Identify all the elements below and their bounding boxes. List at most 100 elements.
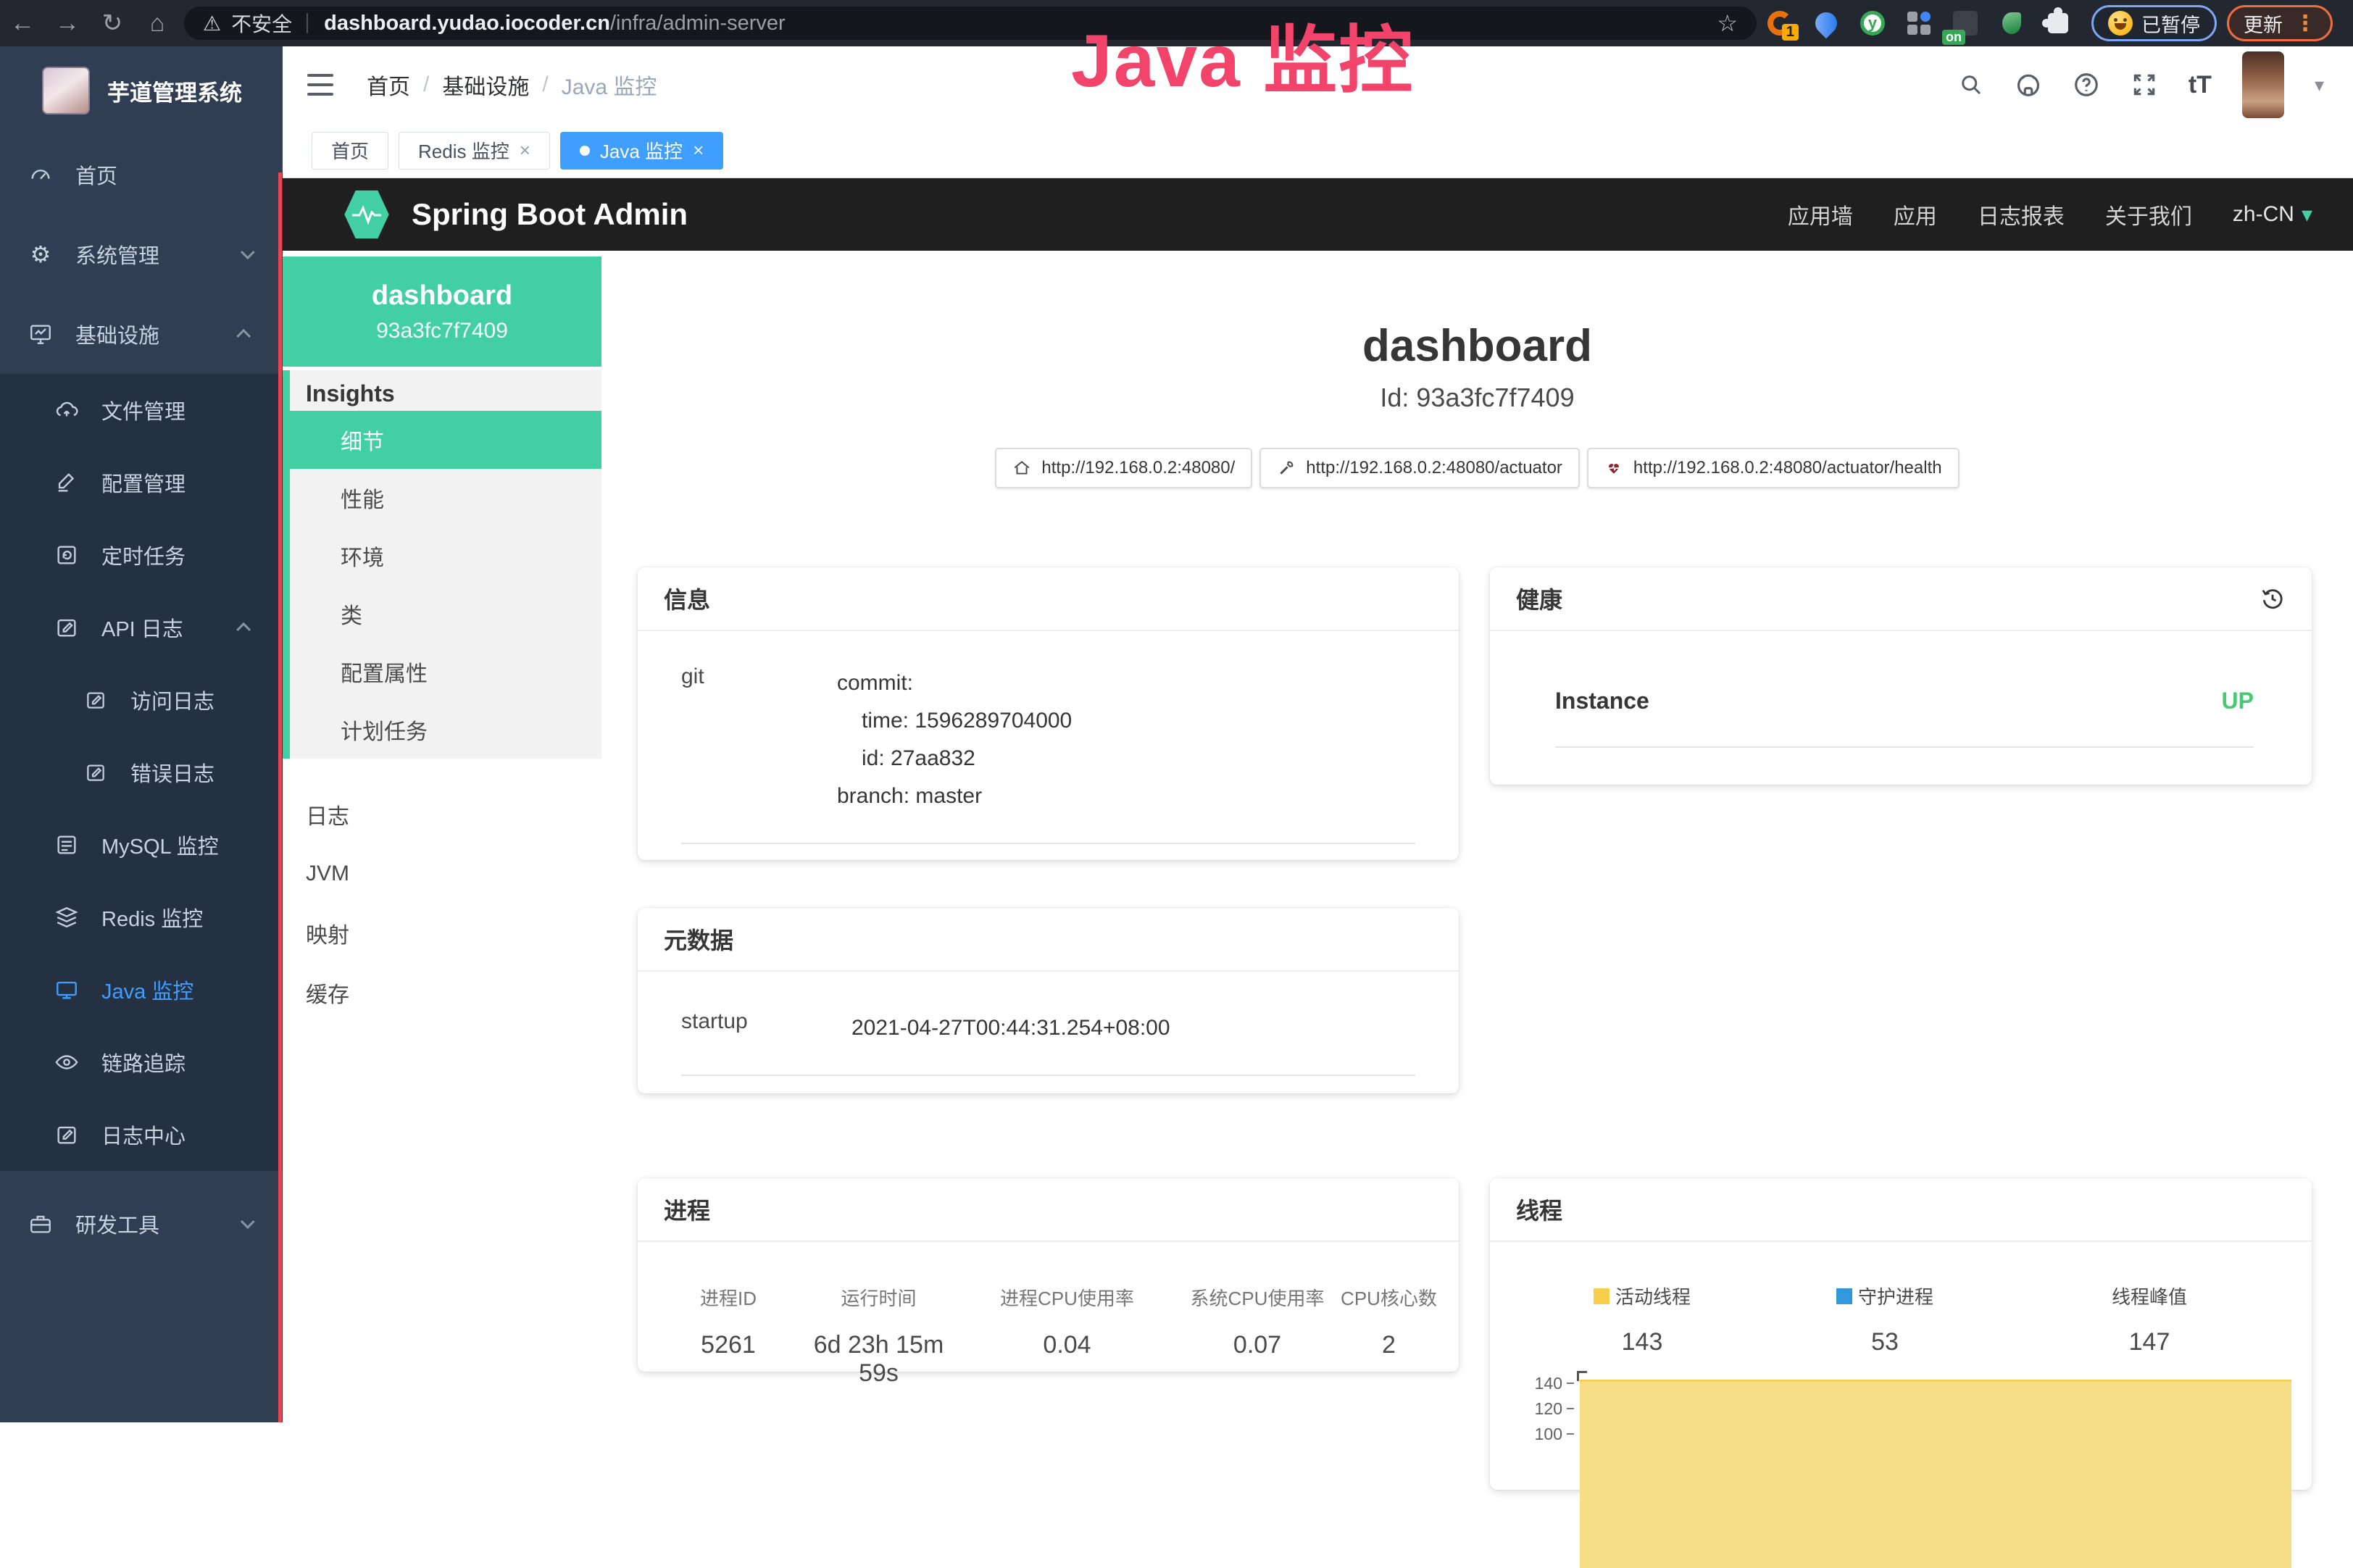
instance-name: dashboard — [283, 280, 601, 312]
address-bar[interactable]: ⚠ 不安全 dashboard.yudao.iocoder.cn /infra/… — [184, 7, 1757, 40]
gauge-icon — [26, 162, 55, 187]
breadcrumb-home[interactable]: 首页 — [367, 69, 410, 101]
sba-brand[interactable]: Spring Boot Admin — [412, 197, 688, 232]
instance-sidebar: dashboard 93a3fc7f7409 Insights 细节 性能 环境… — [283, 251, 601, 1022]
extension-orange-c-icon[interactable]: 1 — [1761, 4, 1799, 42]
on-badge: on — [1942, 30, 1965, 45]
sidebar-item-system[interactable]: ⚙ 系统管理 — [0, 214, 283, 294]
chevron-up-icon — [236, 329, 251, 343]
sba-nav-wallboard[interactable]: 应用墙 — [1788, 199, 1853, 230]
kebab-menu-icon[interactable]: ⋮ — [2294, 11, 2316, 36]
sidebar-item-jobs[interactable]: 定时任务 — [0, 519, 283, 591]
annotation-java-monitor: Java 监控 — [1071, 1, 1414, 108]
health-card: 健康 Instance UP — [1490, 567, 2312, 785]
search-icon[interactable] — [1958, 72, 1984, 98]
legend-swatch-yellow — [1594, 1288, 1609, 1304]
actuator-url-button[interactable]: http://192.168.0.2:48080/actuator — [1259, 448, 1580, 488]
history-icon[interactable] — [2260, 585, 2286, 612]
sba-nav-applications[interactable]: 应用 — [1894, 199, 1937, 230]
menu-item-environment[interactable]: 环境 — [290, 527, 601, 585]
menu-item-classes[interactable]: 类 — [290, 585, 601, 643]
sidebar-item-access-log[interactable]: 访问日志 — [0, 664, 283, 736]
menu-item-config-props[interactable]: 配置属性 — [290, 643, 601, 701]
menu-item-jvm[interactable]: JVM — [283, 844, 601, 904]
url-host: dashboard.yudao.iocoder.cn — [324, 12, 610, 36]
avatar-caret-icon[interactable]: ▾ — [2315, 74, 2324, 96]
profile-paused-button[interactable]: 已暂停 — [2091, 5, 2217, 41]
info-value: commit: time: 1596289704000 id: 27aa832 … — [837, 664, 1415, 815]
info-git-row: git commit: time: 1596289704000 id: 27aa… — [681, 664, 1415, 844]
service-url-button[interactable]: http://192.168.0.2:48080/ — [995, 448, 1252, 488]
chevron-up-icon — [236, 622, 251, 637]
sidebar-item-api-log[interactable]: API 日志 — [0, 591, 283, 664]
app-title: 芋道管理系统 — [107, 75, 242, 107]
logo-image — [42, 67, 90, 114]
instance-header[interactable]: dashboard 93a3fc7f7409 — [283, 257, 601, 367]
sidebar-item-dev-tools[interactable]: 研发工具 — [0, 1184, 283, 1264]
extension-y-icon[interactable]: y — [1854, 4, 1891, 42]
text-size-icon[interactable]: tT — [2189, 71, 2212, 99]
sidebar-item-java-monitor[interactable]: Java 监控 — [0, 954, 283, 1026]
sidebar-item-home[interactable]: 首页 — [0, 135, 283, 214]
sidebar-item-config[interactable]: 配置管理 — [0, 446, 283, 519]
sba-logo-icon — [343, 188, 390, 241]
sidebar-item-infra[interactable]: 基础设施 — [0, 294, 283, 374]
close-icon[interactable]: × — [693, 139, 704, 162]
back-icon[interactable]: ← — [0, 9, 45, 38]
close-icon[interactable]: × — [520, 139, 530, 162]
github-icon[interactable] — [2015, 71, 2042, 99]
edit-icon — [52, 470, 81, 495]
sidebar-item-log-center[interactable]: 日志中心 — [0, 1098, 283, 1171]
sba-nav-about[interactable]: 关于我们 — [2105, 199, 2192, 230]
menu-item-logs[interactable]: 日志 — [283, 785, 601, 844]
user-avatar[interactable] — [2242, 51, 2284, 118]
extensions-puzzle-icon[interactable] — [2039, 4, 2077, 42]
menu-item-caches[interactable]: 缓存 — [283, 963, 601, 1022]
process-col-system-cpu: 系统CPU使用率 0.07 — [1174, 1284, 1341, 1388]
collapse-menu-icon[interactable] — [307, 74, 333, 96]
menu-item-metrics[interactable]: 性能 — [290, 469, 601, 527]
sidebar-item-redis[interactable]: Redis 监控 — [0, 881, 283, 954]
help-icon[interactable] — [2073, 71, 2100, 99]
schedule-icon — [52, 543, 81, 567]
sidebar-item-error-log[interactable]: 错误日志 — [0, 736, 283, 809]
reload-icon[interactable]: ↻ — [90, 9, 135, 38]
menu-item-scheduled-tasks[interactable]: 计划任务 — [290, 701, 601, 759]
chrome-update-button[interactable]: 更新 ⋮ — [2227, 5, 2333, 41]
sba-navbar: Spring Boot Admin 应用墙 应用 日志报表 关于我们 zh-CN… — [283, 178, 2353, 251]
extension-leaf-icon[interactable] — [1993, 4, 2031, 42]
chevron-down-icon — [241, 1214, 255, 1229]
fullscreen-icon[interactable] — [2131, 71, 2158, 99]
sidebar-item-files[interactable]: 文件管理 — [0, 374, 283, 446]
update-label: 更新 — [2244, 9, 2283, 38]
menu-item-details[interactable]: 细节 — [283, 411, 601, 469]
process-table: 进程ID 5261 运行时间 6d 23h 15m 59s 进程CPU使用率 0… — [659, 1284, 1437, 1388]
breadcrumb-infra[interactable]: 基础设施 — [442, 69, 529, 101]
forward-icon[interactable]: → — [45, 9, 90, 38]
health-url-button[interactable]: http://192.168.0.2:48080/actuator/health — [1587, 448, 1960, 488]
app-main: 首页 / 基础设施 / Java 监控 tT ▾ 首页 — [283, 46, 2353, 1422]
extension-location-icon[interactable] — [1807, 4, 1845, 42]
url-path: /infra/admin-server — [610, 12, 786, 36]
home-icon[interactable]: ⌂ — [135, 9, 180, 38]
extension-switch-icon[interactable]: on — [1946, 4, 1984, 42]
app-logo[interactable]: 芋道管理系统 — [0, 46, 283, 132]
tag-tabs: 首页 Redis 监控 × Java 监控 × — [283, 123, 2353, 178]
gear-icon: ⚙ — [26, 241, 55, 268]
sidebar-item-mysql[interactable]: MySQL 监控 — [0, 809, 283, 881]
edit-square-icon — [81, 761, 110, 784]
extension-grid-icon[interactable] — [1900, 4, 1938, 42]
tab-redis-monitor[interactable]: Redis 监控 × — [399, 132, 550, 170]
bookmark-star-icon[interactable]: ☆ — [1717, 9, 1738, 37]
display-icon — [52, 977, 81, 1002]
tab-java-monitor[interactable]: Java 监控 × — [560, 132, 723, 170]
sba-nav-journal[interactable]: 日志报表 — [1978, 199, 2065, 230]
process-col-process-cpu: 进程CPU使用率 0.04 — [960, 1284, 1174, 1388]
sidebar-submenu-infra: 文件管理 配置管理 定时任务 API 日志 访问日志 — [0, 374, 283, 1171]
sidebar-item-trace[interactable]: 链路追踪 — [0, 1026, 283, 1098]
health-card-header: 健康 — [1490, 567, 2312, 631]
tab-home[interactable]: 首页 — [312, 132, 388, 170]
language-select[interactable]: zh-CN ▾ — [2233, 202, 2312, 228]
menu-item-mappings[interactable]: 映射 — [283, 904, 601, 963]
app-sidebar: 芋道管理系统 首页 ⚙ 系统管理 基础设施 文件管理 配置管理 — [0, 46, 283, 1422]
